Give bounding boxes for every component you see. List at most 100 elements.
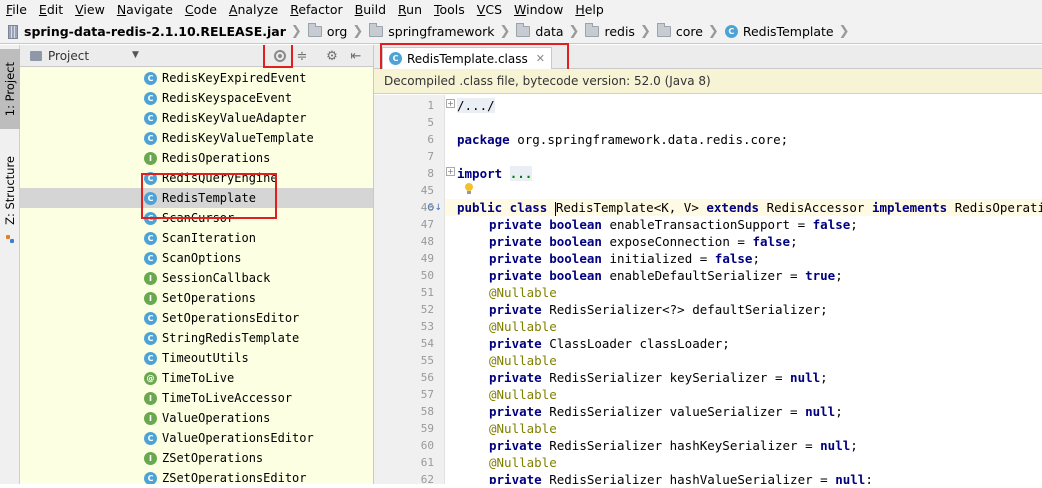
menu-item-tools[interactable]: Tools: [428, 0, 471, 20]
tree-item[interactable]: C ScanCursor: [20, 208, 373, 228]
menu-item-navigate[interactable]: Navigate: [111, 0, 179, 20]
menu-item-edit[interactable]: Edit: [33, 0, 69, 20]
interface-icon: I: [144, 151, 157, 165]
code-text: RedisSerializer valueSerializer =: [549, 404, 806, 419]
tree-item[interactable]: C RedisKeyspaceEvent: [20, 88, 373, 108]
tree-item[interactable]: C ScanOptions: [20, 248, 373, 268]
tree-item[interactable]: I TimeToLiveAccessor: [20, 388, 373, 408]
annotation: @Nullable: [489, 319, 557, 334]
tree-item-label: RedisQueryEngine: [162, 171, 278, 185]
hide-panel-icon[interactable]: ⇤: [347, 47, 365, 65]
folded-region[interactable]: ...: [509, 166, 533, 181]
gear-icon[interactable]: ⚙: [323, 47, 341, 65]
breadcrumb-core[interactable]: core ❯: [656, 23, 725, 39]
dropdown-arrow-icon[interactable]: ▼: [132, 50, 139, 60]
code-text: ;: [790, 234, 798, 249]
tree-item[interactable]: C StringRedisTemplate: [20, 328, 373, 348]
keyword: private: [489, 302, 542, 317]
tree-item-label: RedisKeyExpiredEvent: [162, 71, 307, 85]
menu-item-window[interactable]: Window: [508, 0, 569, 20]
keyword: extends: [706, 200, 760, 215]
tree-item-label: SetOperations: [162, 291, 256, 305]
keyword: import: [457, 166, 503, 181]
fold-toggle-icon[interactable]: +: [446, 99, 455, 108]
scroll-from-source-icon[interactable]: [271, 47, 289, 65]
code-text: enableDefaultSerializer =: [609, 268, 806, 283]
breadcrumb-org[interactable]: org ❯: [307, 23, 369, 39]
breadcrumb-label: org: [326, 24, 348, 39]
tree-item[interactable]: I SessionCallback: [20, 268, 373, 288]
tree-item[interactable]: C ScanIteration: [20, 228, 373, 248]
chevron-right-icon: ❯: [290, 24, 302, 39]
tree-item[interactable]: C ZSetOperationsEditor: [20, 468, 373, 484]
menu-item-build[interactable]: Build: [349, 0, 392, 20]
code-text: RedisAccessor: [759, 200, 872, 215]
tree-item-label: RedisKeyValueTemplate: [162, 131, 314, 145]
tree-item[interactable]: C RedisQueryEngine: [20, 168, 373, 188]
tree-item[interactable]: C RedisKeyExpiredEvent: [20, 68, 373, 88]
project-panel-title[interactable]: Project: [48, 49, 89, 63]
line-number: 60: [420, 439, 434, 452]
breadcrumb-label: RedisTemplate: [742, 24, 834, 39]
code-line: private boolean initialized = false;: [489, 250, 760, 267]
tree-item[interactable]: C ValueOperationsEditor: [20, 428, 373, 448]
annotation: @Nullable: [489, 455, 557, 470]
code-view[interactable]: /.../ package org.springframework.data.r…: [457, 95, 1042, 484]
tree-item-label: StringRedisTemplate: [162, 331, 300, 345]
tree-item[interactable]: I ZSetOperations: [20, 448, 373, 468]
close-icon[interactable]: ✕: [536, 52, 545, 65]
keyword: private: [489, 370, 542, 385]
keyword: implements: [871, 200, 948, 215]
code-text: ;: [850, 217, 858, 232]
keyword: private: [489, 438, 542, 453]
collapse-all-icon[interactable]: ≑: [293, 47, 311, 65]
tab-redistemplate-class[interactable]: C RedisTemplate.class ✕: [382, 47, 552, 69]
class-icon: C: [144, 211, 157, 225]
menu-item-view[interactable]: View: [69, 0, 111, 20]
project-tool-button[interactable]: 1: Project: [0, 49, 20, 129]
menu-item-refactor[interactable]: Refactor: [284, 0, 348, 20]
class-icon: C: [144, 231, 157, 245]
menu-item-analyze[interactable]: Analyze: [223, 0, 284, 20]
tree-item[interactable]: C SetOperationsEditor: [20, 308, 373, 328]
menu-item-vcs[interactable]: VCS: [471, 0, 508, 20]
tree-item[interactable]: C RedisKeyValueTemplate: [20, 128, 373, 148]
tree-item[interactable]: C TimeoutUtils: [20, 348, 373, 368]
hierarchy-tool-button[interactable]: [0, 231, 20, 247]
tree-item-label: ScanOptions: [162, 251, 242, 265]
jar-icon: [8, 24, 18, 39]
code-line: @Nullable: [489, 352, 557, 369]
line-number: 48: [420, 235, 434, 248]
code-text: RedisSerializer keySerializer =: [549, 370, 791, 385]
class-icon: C: [144, 331, 157, 345]
menu-item-run[interactable]: Run: [392, 0, 428, 20]
tool-window-stripe: 1: Project Z: Structure: [0, 45, 20, 484]
line-number: 7: [427, 150, 434, 163]
code-line: public class RedisTemplate<K, V> extends…: [457, 199, 1042, 216]
chevron-right-icon: ❯: [838, 24, 850, 39]
menu-item-file[interactable]: File: [0, 0, 33, 20]
menu-item-code[interactable]: Code: [179, 0, 223, 20]
code-line: @Nullable: [489, 318, 557, 335]
tree-item[interactable]: C RedisTemplate: [20, 188, 373, 208]
breadcrumb-redis[interactable]: redis ❯: [585, 23, 656, 39]
override-marker-icon[interactable]: ⊙↓: [427, 203, 442, 213]
keyword: private: [489, 251, 542, 266]
class-icon: C: [144, 431, 157, 445]
tree-item[interactable]: I RedisOperations: [20, 148, 373, 168]
tree-item[interactable]: @ TimeToLive: [20, 368, 373, 388]
tree-item[interactable]: I SetOperations: [20, 288, 373, 308]
menu-item-help[interactable]: Help: [569, 0, 610, 20]
breadcrumb-jar[interactable]: spring-data-redis-2.1.10.RELEASE.jar ❯: [24, 24, 308, 39]
tree-item[interactable]: I ValueOperations: [20, 408, 373, 428]
code-line: private boolean enableTransactionSupport…: [489, 216, 858, 233]
structure-tool-button[interactable]: Z: Structure: [0, 145, 20, 235]
folded-region[interactable]: /.../: [457, 98, 495, 113]
breadcrumb-redistemplate[interactable]: C RedisTemplate ❯: [724, 24, 856, 39]
fold-toggle-icon[interactable]: +: [446, 167, 455, 176]
breadcrumb-springframework[interactable]: springframework ❯: [369, 23, 516, 39]
tree-item-label: RedisKeyspaceEvent: [162, 91, 293, 105]
tree-item[interactable]: C RedisKeyValueAdapter: [20, 108, 373, 128]
interface-icon: I: [144, 391, 157, 405]
breadcrumb-data[interactable]: data ❯: [516, 23, 585, 39]
